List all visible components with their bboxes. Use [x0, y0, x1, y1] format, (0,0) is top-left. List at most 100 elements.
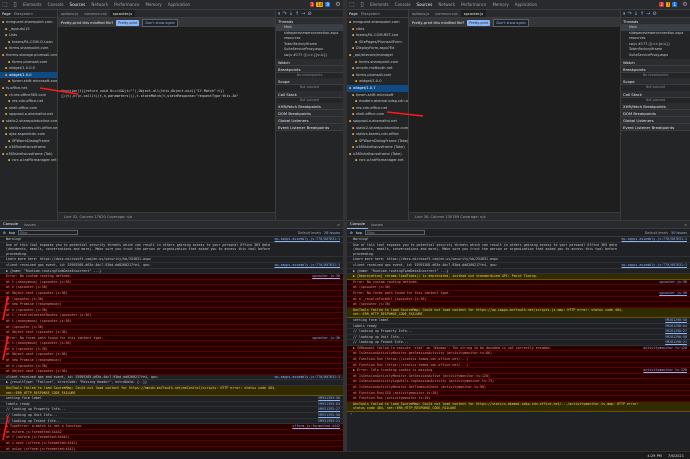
pretty-print-button[interactable]: Pretty-print — [467, 19, 491, 26]
editor-tab[interactable]: spcouter.js — [109, 10, 136, 17]
navigator-tab-filesystem[interactable]: Filesystem — [14, 12, 33, 16]
drawer-tab-console[interactable]: Console — [347, 221, 369, 229]
file-tree-item[interactable]: ▪ statics.teams.cdn.office — [347, 131, 408, 138]
file-tree-item[interactable]: ▪ forms.sharepoint.com — [0, 45, 57, 52]
source-code[interactable]: function(t){return void 0===t&&(t=""),Ob… — [58, 87, 275, 101]
navigator-tab-page[interactable]: Page — [2, 12, 11, 16]
clear-console-icon[interactable]: ⊘ — [350, 231, 353, 235]
close-icon[interactable]: × — [334, 221, 343, 229]
file-tree-item[interactable]: ▪ modern.akamai.odsp.cdn.o — [347, 98, 408, 105]
source-link[interactable]: activitymonitor.ts:128 — [643, 368, 687, 373]
drawer-tab-issues[interactable]: Issues — [368, 221, 386, 229]
source-link[interactable]: spcouter.js:36 — [659, 280, 687, 285]
source-link[interactable]: op-sapps-assembly.js:770/007631:1 — [621, 237, 687, 242]
issue-counters[interactable]: 1 14 9 — [309, 2, 333, 7]
source-code[interactable] — [409, 87, 620, 91]
device-toolbar-icon[interactable]: ▯ — [358, 1, 366, 9]
file-tree-item[interactable]: ▪ fprom.shift.microsoft.com — [0, 78, 57, 85]
source-link[interactable]: VM281290:50 — [665, 318, 687, 323]
file-tree-item[interactable]: ▪ sites — [347, 26, 408, 33]
file-tree-item[interactable]: ▪ Lists — [0, 32, 57, 39]
step-into-icon[interactable]: ↓ — [634, 11, 638, 17]
pretty-print-button[interactable]: Pretty-print — [116, 19, 140, 26]
dont-show-again-button[interactable]: Don't show again — [493, 18, 529, 27]
file-tree-item[interactable]: ▪ _layouts/15 — [0, 26, 57, 33]
file-tree-item[interactable]: ▪ fcerms.storage.plumsail.com — [0, 52, 57, 59]
file-tree-item[interactable]: ▪ res.cdn.office.net — [0, 98, 57, 105]
issues-counter[interactable]: 26 Issues — [324, 231, 343, 235]
editor-tab[interactable]: spcouter.js — [460, 10, 487, 17]
devtools-tab-memory[interactable]: Memory — [489, 0, 511, 9]
navigator-tab-filesystem[interactable]: Filesystem — [361, 12, 380, 16]
log-levels-dropdown[interactable]: Default levels — [645, 231, 668, 235]
source-link[interactable]: VM931393:21 — [318, 419, 340, 424]
pause-icon[interactable]: ⏸ — [278, 11, 281, 17]
devtools-tab-sources[interactable]: Sources — [66, 0, 89, 9]
deactivate-breakpoints-icon[interactable]: ⊘ — [652, 11, 656, 17]
filter-input[interactable]: Filter — [17, 230, 78, 235]
step-icon[interactable]: → — [301, 11, 305, 17]
file-tree-item[interactable]: ▪ rsrc.a.trafficmanager.net — [347, 157, 408, 164]
file-tree-item[interactable]: ▪ spoprod-a.akamaihd.net — [0, 111, 57, 118]
debugger-section-scope[interactable]: Scope — [276, 78, 343, 86]
step-out-icon[interactable]: ↑ — [295, 11, 299, 17]
file-tree-item[interactable]: ▪ teams/RL-COM-RET-Lea — [347, 32, 408, 39]
devtools-tab-performance[interactable]: Performance — [111, 0, 142, 9]
file-tree-item[interactable]: ▪ fs.office.net — [0, 85, 57, 92]
debugger-section-call-stack[interactable]: Call Stack — [621, 90, 690, 98]
file-tree-item[interactable]: ▪ widget/1.0.0 — [347, 78, 408, 85]
device-toolbar-icon[interactable]: ▯ — [11, 1, 19, 9]
debugger-section-call-stack[interactable]: Call Stack — [276, 90, 343, 98]
drawer-tab-issues[interactable]: Issues — [21, 221, 39, 229]
file-tree-item[interactable]: ▪ o365shellwcssframe (Tok) — [0, 151, 57, 158]
source-link[interactable]: VM931393:27 — [318, 407, 340, 412]
debugger-section-xhr-fetch-breakpoints[interactable]: XHR/fetch Breakpoints — [276, 103, 343, 111]
source-link[interactable]: VM281290:21 — [665, 340, 687, 345]
file-tree-item[interactable]: ▪ spoprod-a.akamaihd.net — [347, 118, 408, 125]
log-levels-dropdown[interactable]: Default levels — [298, 231, 321, 235]
editor-tab[interactable]: common.css — [432, 10, 461, 17]
debugger-section-scope[interactable]: Scope — [621, 78, 690, 86]
debugger-section-watch[interactable]: Watch — [276, 58, 343, 66]
source-link[interactable]: spcouter.js:36 — [659, 291, 687, 296]
file-tree-item[interactable]: ▪ widget/1.0.0 — [0, 71, 57, 79]
source-link[interactable]: VM281290:64 — [665, 324, 687, 329]
source-link[interactable]: op-sapps-assembly.js:770/007631:1 — [274, 375, 340, 380]
step-into-icon[interactable]: ↓ — [289, 11, 293, 17]
file-tree-item[interactable]: ▪ SPWarmDialogFrame — [0, 138, 57, 145]
file-tree-item[interactable]: ▪ o365shellwcssframe (Toke) — [347, 144, 408, 151]
source-link[interactable]: VM281290:50 — [665, 335, 687, 340]
debugger-section-dom-breakpoints[interactable]: DOM Breakpoints — [276, 110, 343, 118]
drawer-tab-console[interactable]: Console — [0, 221, 22, 229]
step-icon[interactable]: → — [646, 11, 650, 17]
gear-icon[interactable]: ⚙ — [334, 1, 342, 9]
pause-icon[interactable]: ⏸ — [623, 11, 626, 17]
step-over-icon[interactable]: ↷ — [283, 11, 287, 17]
source-link[interactable]: op-sapps-assembly.js:770/007631:1 — [274, 237, 340, 242]
filter-input[interactable]: Filter — [364, 230, 425, 235]
source-link[interactable]: activitymonitor.ts:128 — [643, 346, 687, 351]
debugger-section-event-listener-breakpoints[interactable]: Event Listener Breakpoints — [621, 124, 690, 132]
source-link[interactable]: VM931393:64 — [318, 402, 340, 407]
file-tree-item[interactable]: ▪ static2.sharepointonline.com — [0, 118, 57, 125]
context-selector[interactable]: top — [356, 231, 362, 235]
file-tree-item[interactable]: ▪ shell.office.com — [0, 105, 57, 112]
threads-section-header[interactable]: Threads — [621, 18, 690, 25]
threads-section-header[interactable]: Threads — [276, 18, 343, 25]
dont-show-again-button[interactable]: Don't show again — [142, 18, 178, 27]
devtools-tab-application[interactable]: Application — [165, 0, 193, 9]
devtools-tab-elements[interactable]: Elements — [367, 0, 392, 9]
close-icon[interactable]: × — [681, 221, 690, 229]
source-link[interactable]: spcouter.js:36 — [312, 336, 340, 341]
editor-tab[interactable]: common.css — [81, 10, 110, 17]
file-tree-item[interactable]: ▪ static2.sharepointonline.com — [347, 125, 408, 132]
debugger-section-global-listeners[interactable]: Global Listeners — [621, 117, 690, 125]
file-tree-item[interactable]: ▪ widget/1.0.7 — [347, 84, 408, 92]
source-link[interactable]: VM281290:27 — [665, 329, 687, 334]
file-tree-item[interactable]: ▪ forms.plumsail.com — [0, 59, 57, 66]
file-tree-item[interactable]: ▪ o365shellwcssframe — [0, 144, 57, 151]
file-tree-item[interactable]: ▪ DisplayForm.aspx?Ed — [347, 45, 408, 52]
navigator-tab-page[interactable]: Page — [349, 12, 358, 16]
devtools-tab-memory[interactable]: Memory — [142, 0, 164, 9]
file-tree-item[interactable]: ▪ teams/RL-COM-O-Loan — [0, 39, 57, 46]
